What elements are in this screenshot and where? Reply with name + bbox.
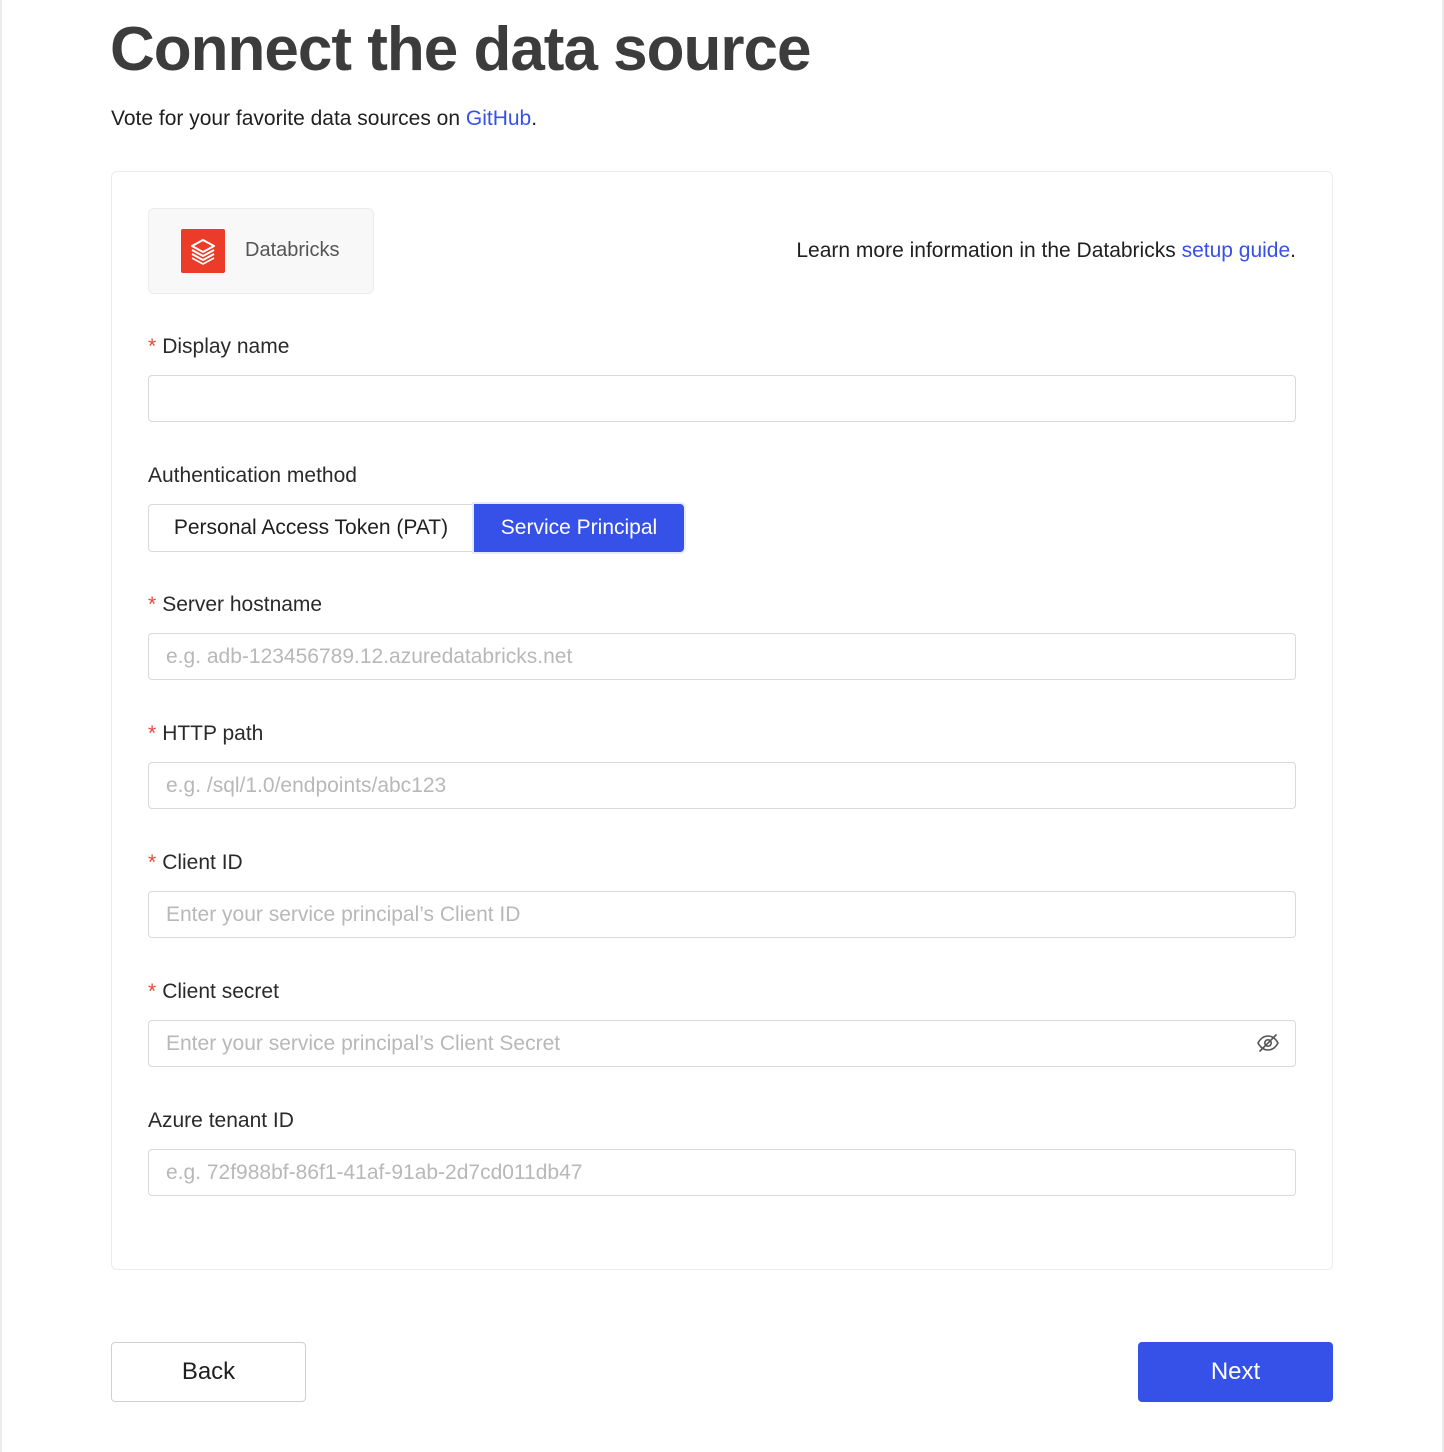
setup-guide-link[interactable]: setup guide (1182, 239, 1291, 262)
subtitle-suffix: . (531, 107, 538, 130)
required-mark: * (148, 593, 157, 616)
data-source-tile: Databricks (148, 208, 374, 294)
required-mark: * (148, 722, 157, 745)
http-path-input[interactable] (148, 762, 1296, 809)
github-link[interactable]: GitHub (466, 107, 531, 130)
server-hostname-label-text: Server hostname (162, 593, 323, 616)
databricks-logo-icon (181, 229, 225, 273)
page-title: Connect the data source (110, 15, 811, 84)
back-button[interactable]: Back (111, 1342, 306, 1402)
server-hostname-label: * Server hostname (148, 591, 322, 619)
auth-method-label: Authentication method (148, 464, 357, 487)
auth-method-toggle: Personal Access Token (PAT) Service Prin… (148, 504, 684, 552)
client-secret-label-text: Client secret (162, 980, 279, 1003)
display-name-label: * Display name (148, 333, 289, 361)
connection-form-card (111, 171, 1333, 1270)
client-id-label-text: Client ID (162, 851, 243, 874)
azure-tenant-id-label: Azure tenant ID (148, 1109, 294, 1132)
client-secret-label: * Client secret (148, 978, 279, 1006)
display-name-input[interactable] (148, 375, 1296, 422)
required-mark: * (148, 980, 157, 1003)
azure-tenant-id-input[interactable] (148, 1149, 1296, 1196)
guide-suffix: . (1290, 239, 1296, 262)
required-mark: * (148, 851, 157, 874)
setup-guide-text: Learn more information in the Databricks… (796, 237, 1296, 265)
http-path-label: * HTTP path (148, 720, 263, 748)
auth-option-pat[interactable]: Personal Access Token (PAT) (148, 504, 474, 552)
http-path-label-text: HTTP path (162, 722, 264, 745)
client-secret-input[interactable] (148, 1020, 1296, 1067)
client-id-input[interactable] (148, 891, 1296, 938)
auth-option-service-principal[interactable]: Service Principal (474, 504, 684, 552)
eye-off-icon[interactable] (1255, 1030, 1281, 1056)
subtitle-prefix: Vote for your favorite data sources on (111, 107, 466, 130)
display-name-label-text: Display name (162, 335, 290, 358)
client-id-label: * Client ID (148, 849, 243, 877)
data-source-name: Databricks (245, 239, 340, 261)
next-button[interactable]: Next (1138, 1342, 1333, 1402)
required-mark: * (148, 335, 157, 358)
page-subtitle: Vote for your favorite data sources on G… (111, 105, 537, 133)
server-hostname-input[interactable] (148, 633, 1296, 680)
guide-prefix: Learn more information in the Databricks (796, 239, 1182, 262)
